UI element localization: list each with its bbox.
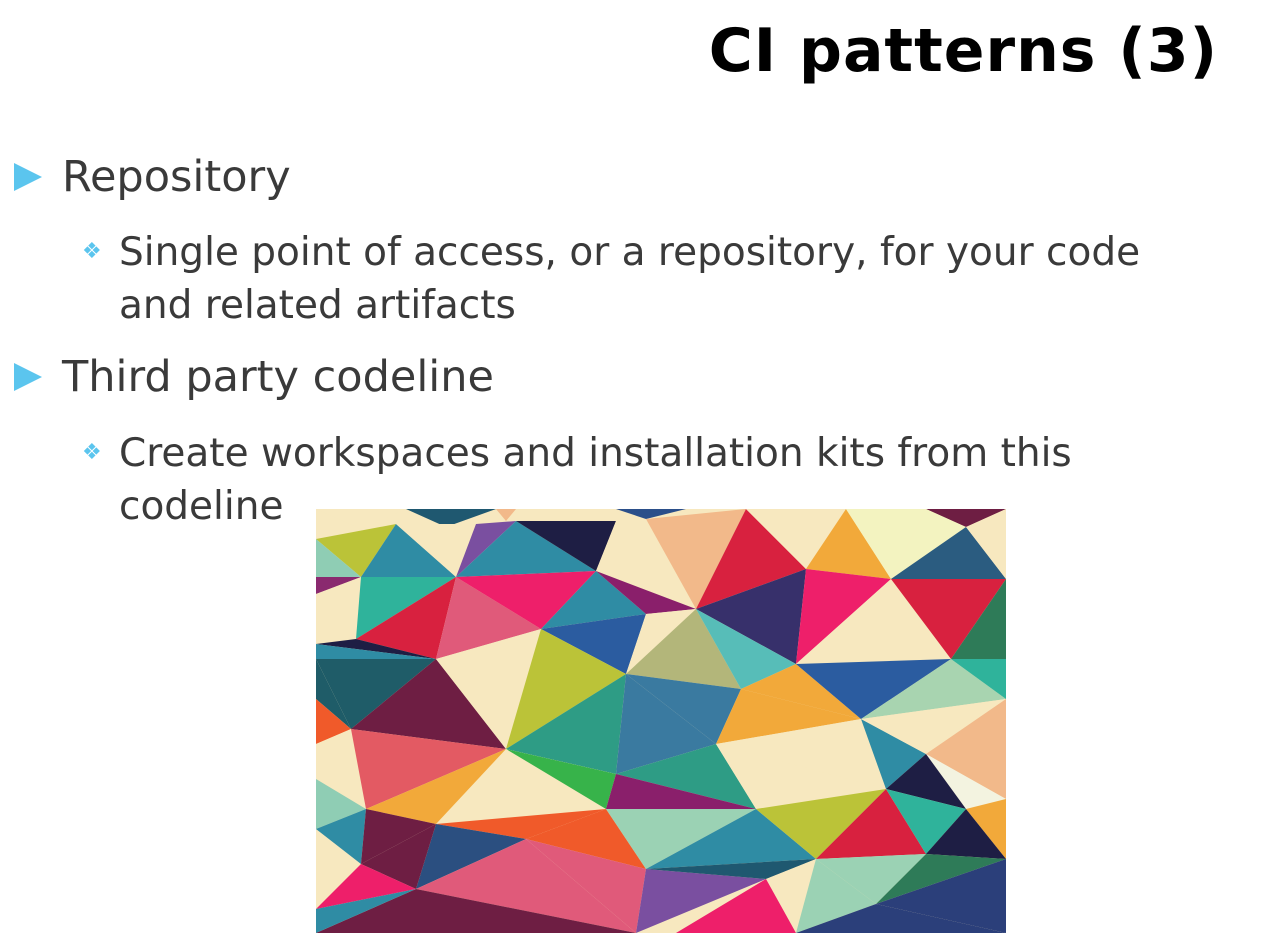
diamond-four-icon: ❖ xyxy=(82,239,102,264)
bullet-third-party-codeline-label: Third party codeline xyxy=(62,352,494,402)
bullet-third-party-codeline: Third party codeline xyxy=(14,352,494,402)
geometric-triangles-image xyxy=(316,509,1006,933)
triangle-right-icon xyxy=(14,163,42,191)
triangle-right-icon xyxy=(14,363,42,391)
bullet-repository-label: Repository xyxy=(62,152,291,202)
diamond-four-icon: ❖ xyxy=(82,440,102,465)
sub-bullet-repository-text: Single point of access, or a repository,… xyxy=(119,230,1141,328)
bullet-repository: Repository xyxy=(14,152,291,202)
slide-title: CI patterns (3) xyxy=(708,16,1218,86)
sub-bullet-repository: ❖ Single point of access, or a repositor… xyxy=(82,226,1199,332)
